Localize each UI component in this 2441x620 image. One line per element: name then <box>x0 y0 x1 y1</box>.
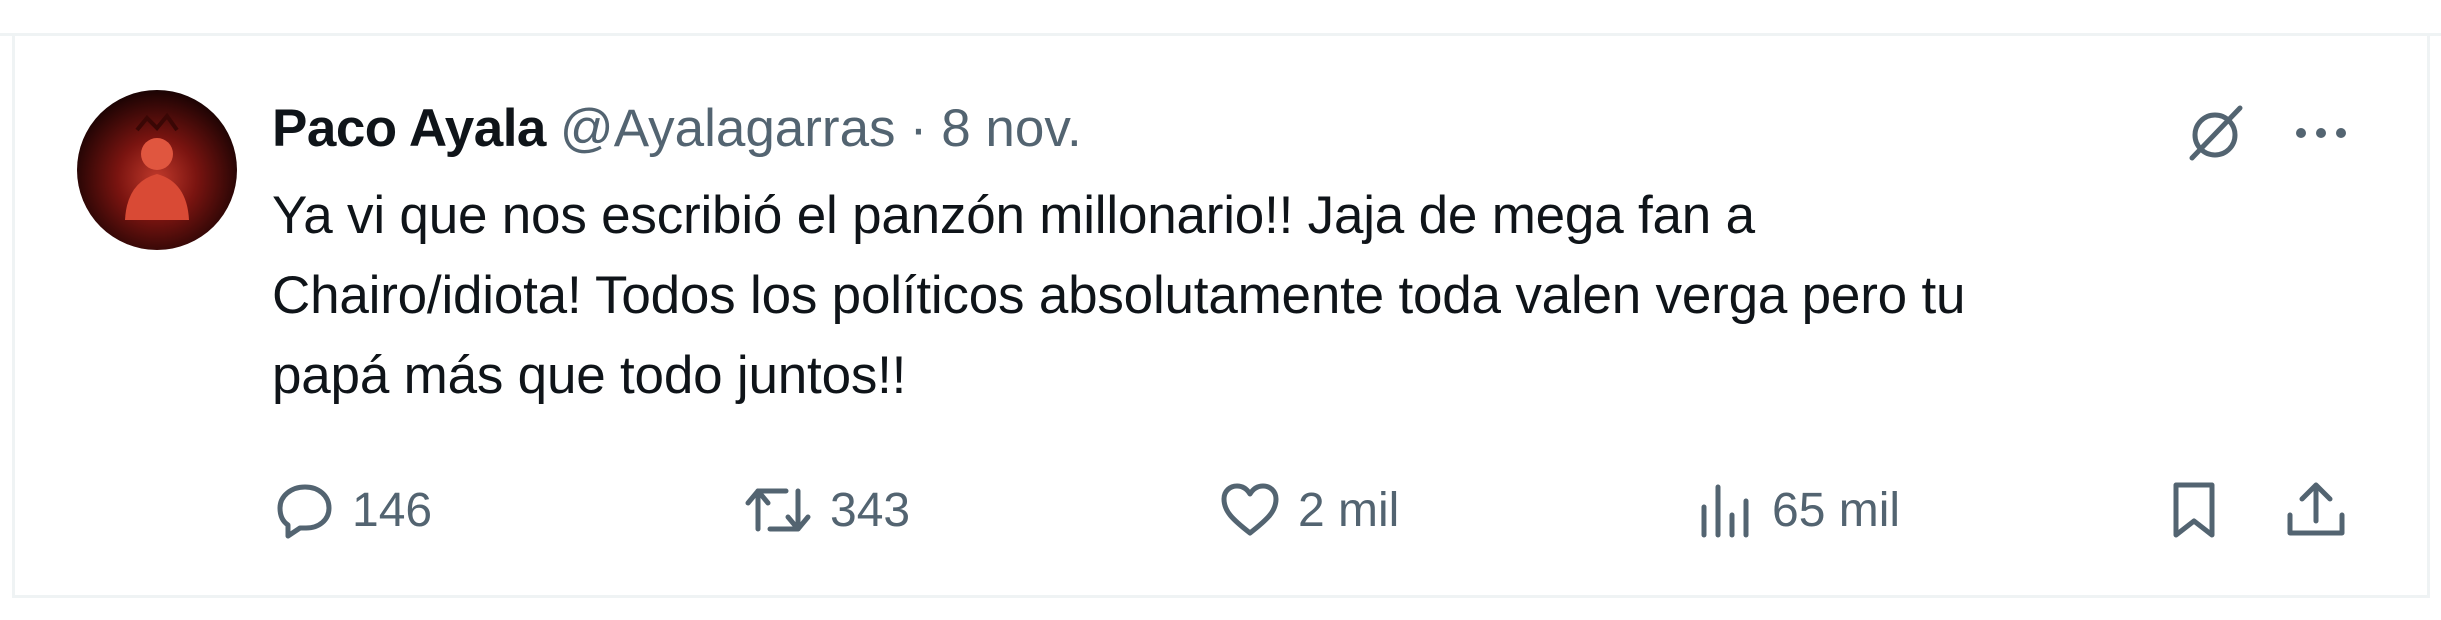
author-name[interactable]: Paco Ayala <box>272 94 546 164</box>
action-bar: 146 343 2 mil 65 mil <box>272 470 2372 550</box>
views-icon <box>1701 484 1749 538</box>
tweet-header: Paco Ayala @Ayalagarras · 8 nov. <box>272 94 1082 164</box>
retweet-icon <box>745 488 811 532</box>
top-divider <box>0 0 2441 36</box>
tweet-text-line: Chairo/idiota! Todos los políticos absol… <box>272 266 1966 325</box>
bookmark-button[interactable] <box>2162 470 2226 550</box>
author-handle[interactable]: @Ayalagarras <box>560 94 896 164</box>
reply-icon <box>277 484 332 539</box>
tweet-date[interactable]: 8 nov. <box>941 94 1081 164</box>
avatar[interactable] <box>77 90 237 250</box>
separator-dot: · <box>909 99 928 158</box>
retweet-button[interactable]: 343 <box>740 470 910 550</box>
views-button[interactable]: 65 mil <box>1692 470 1900 550</box>
like-icon <box>1221 483 1279 536</box>
grok-icon[interactable] <box>2180 98 2250 168</box>
tweet-text-line: Ya vi que nos escribió el panzón millona… <box>272 186 1755 245</box>
more-icon[interactable] <box>2286 98 2356 168</box>
tweet-text-line: papá más que todo juntos!! <box>272 346 907 405</box>
reply-button[interactable]: 146 <box>272 470 432 550</box>
share-icon <box>2287 482 2345 536</box>
like-count: 2 mil <box>1298 483 1400 537</box>
reply-count: 146 <box>352 483 433 537</box>
like-button[interactable]: 2 mil <box>1216 470 1399 550</box>
bookmark-icon <box>2173 482 2215 538</box>
retweet-count: 343 <box>830 483 911 537</box>
views-count: 65 mil <box>1772 483 1901 537</box>
tweet-text: Ya vi que nos escribió el panzón millona… <box>272 176 2352 416</box>
share-button[interactable] <box>2282 470 2350 550</box>
